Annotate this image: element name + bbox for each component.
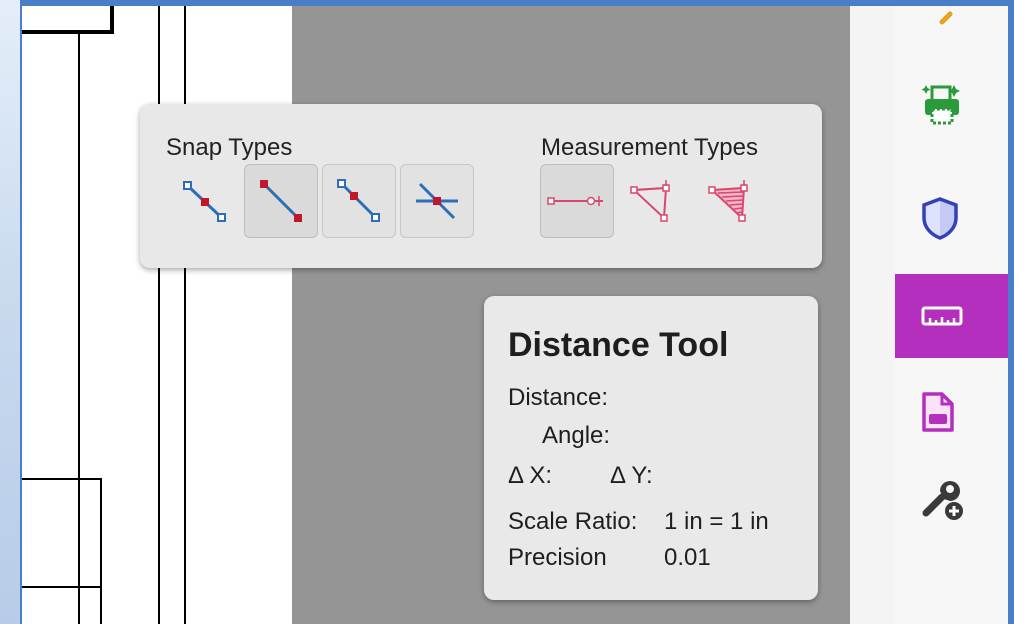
precision-value: 0.01 [664,544,711,571]
delta-y-label: Δ Y: [610,462,653,489]
drawing-line [100,478,102,624]
more-tools-icon [922,481,963,520]
drawing-line [110,6,114,34]
edit-pdf-icon [939,11,953,25]
drawing-line [22,478,102,480]
toolbar-item-print-production[interactable] [895,64,1008,148]
distance-label: Distance: [508,384,609,411]
measurement-types-heading: Measurement Types [541,134,758,161]
drawing-line [78,34,80,624]
scale-ratio-label: Scale Ratio: [508,508,638,535]
distance-measure-icon [547,196,603,206]
drawing-line [184,6,186,624]
perimeter-measure-icon [630,180,670,222]
distance-tool-card: Distance Tool Distance: Angle: Δ X: Δ Y:… [484,296,818,600]
area-measure-icon [708,180,748,222]
desktop-background [0,0,20,624]
angle-label: Angle: [542,422,611,449]
toolbar-item-protect[interactable] [895,176,1008,260]
snap-to-midpoint-icon [260,180,302,222]
delta-x-label: Δ X: [508,462,553,489]
protect-shield-icon [922,197,958,240]
measure-distance-button[interactable] [540,164,614,238]
compress-pdf-icon [922,392,954,432]
toolbar-item-compress[interactable] [895,370,1008,454]
precision-label: Precision [508,544,607,571]
tools-rail [895,6,1008,624]
snap-to-intersection-icon [416,182,458,220]
scale-ratio-value: 1 in = 1 in [664,508,769,535]
toolbar-item-more-tools[interactable] [895,456,1008,540]
document-page[interactable] [22,6,292,624]
snap-endpoint-button[interactable] [168,164,242,238]
measure-perimeter-button[interactable] [616,164,690,238]
drawing-line [22,30,114,34]
drawing-line [22,586,102,588]
snap-intersection-button[interactable] [400,164,474,238]
toolbar-item-measure[interactable] [895,274,1008,358]
snap-types-heading: Snap Types [166,134,293,161]
print-production-icon [921,85,960,125]
measure-ruler-icon [921,306,963,326]
toolbar-item-edit[interactable] [895,6,1008,50]
snap-to-endpoint-icon [183,181,226,222]
tool-card-title: Distance Tool [508,326,729,364]
snap-to-path-icon [337,179,380,222]
drawing-line [158,6,160,624]
snap-midpoint-button[interactable] [244,164,318,238]
measure-area-button[interactable] [694,164,768,238]
snap-path-button[interactable] [322,164,396,238]
measure-options-panel: Snap Types Measurement Types [140,104,822,268]
document-viewport[interactable]: Snap Types Measurement Types Distance To… [22,6,1008,624]
